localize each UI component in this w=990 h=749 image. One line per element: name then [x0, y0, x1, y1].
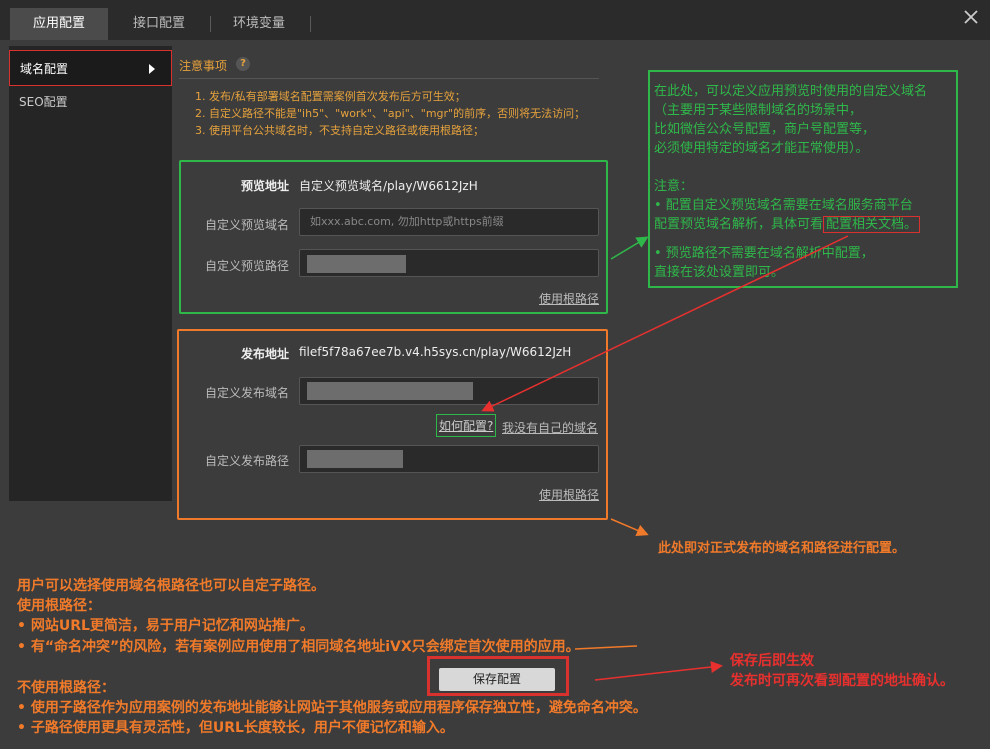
annotation-line: • 配置自定义预览域名需要在域名服务商平台: [654, 198, 913, 213]
annotation-line: 注意：: [654, 179, 694, 194]
notice-item: 3. 使用平台公共域名时，不支持自定义路径或使用根路径；: [195, 124, 484, 137]
tab-bar: 应用配置 接口配置 环境变量: [0, 0, 990, 40]
publish-address-value: filef5f78a67ee7b.v4.h5sys.cn/play/W6612J…: [299, 345, 572, 359]
publish-path-label: 自定义发布路径: [204, 454, 289, 468]
save-annotation: 保存后即生效: [730, 653, 814, 669]
notice-item: 1. 发布/私有部署域名配置需案例首次发布后方可生效；: [195, 90, 466, 103]
preview-domain-input[interactable]: 如xxx.abc.com, 勿加http或https前缀: [299, 208, 599, 236]
publish-domain-label: 自定义发布域名: [204, 386, 289, 400]
save-annotation: 发布时可再次看到配置的地址确认。: [730, 673, 954, 689]
chevron-right-icon: [149, 64, 155, 74]
redacted-value: [307, 255, 406, 273]
annotation-spacer: [654, 234, 952, 244]
annotation-text: 配置预览域名解析，具体可看: [654, 217, 824, 232]
sidebar-item-label: SEO配置: [19, 95, 68, 109]
tab-api-config[interactable]: 接口配置: [112, 8, 206, 40]
tab-app-config[interactable]: 应用配置: [10, 8, 108, 40]
annotation-line: 必须使用特定的域名才能正常使用）。: [654, 141, 869, 156]
close-icon[interactable]: [960, 6, 982, 28]
help-icon[interactable]: ?: [236, 57, 250, 71]
publish-annotation: 此处即对正式发布的域名和路径进行配置。: [658, 541, 906, 556]
root-path-note: • 使用子路径作为应用案例的发布地址能够让网站于其他服务或应用程序保存独立性，避…: [17, 700, 647, 716]
divider: [179, 78, 599, 79]
notice-item: 2. 自定义路径不能是"ih5"、"work"、"api"、"mgr"的前序，否…: [195, 107, 586, 120]
preview-path-label: 自定义预览路径: [204, 259, 289, 273]
root-path-note: • 网站URL更简洁，易于用户记忆和网站推广。: [17, 618, 314, 634]
tab-separator: [310, 16, 311, 32]
arrow-publish: [610, 518, 649, 536]
root-path-note: 使用根路径：: [17, 598, 101, 614]
redacted-value: [307, 382, 473, 400]
sidebar: 域名配置 SEO配置: [9, 46, 172, 501]
preview-domain-label: 自定义预览域名: [204, 218, 289, 232]
arrow-root-path: [574, 645, 638, 650]
tab-env-vars[interactable]: 环境变量: [214, 8, 304, 40]
how-to-config-link[interactable]: 如何配置?: [436, 414, 497, 437]
annotation-line: • 预览路径不需要在域名解析中配置，: [654, 246, 874, 261]
preview-address-value: 自定义预览域名/play/W6612JzH: [299, 179, 478, 193]
annotation-line: 直接在该处设置即可。: [654, 265, 785, 280]
tab-separator: [210, 16, 211, 32]
annotation-line: 配置预览域名解析，具体可看 配置相关文档。: [654, 215, 952, 234]
config-doc-link[interactable]: 配置相关文档。: [823, 216, 921, 233]
annotation-line: 在此处，可以定义应用预览时使用的自定义域名: [654, 84, 928, 99]
sidebar-item-label: 域名配置: [20, 62, 69, 76]
preview-use-root-path-link[interactable]: 使用根路径: [539, 290, 599, 307]
preview-annotation: 在此处，可以定义应用预览时使用的自定义域名 （主要用于某些限制域名的场景中， 比…: [648, 70, 958, 288]
root-path-note: 用户可以选择使用域名根路径也可以自定子路径。: [17, 578, 325, 594]
annotation-spacer: [654, 158, 952, 177]
save-config-button[interactable]: 保存配置: [439, 668, 555, 691]
root-path-note: • 有“命名冲突”的风险，若有案例应用使用了相同域名地址iVX只会绑定首次使用的…: [17, 639, 580, 655]
notice-title: 注意事项: [179, 59, 228, 73]
arrow-save: [594, 661, 723, 681]
redacted-value: [307, 450, 403, 468]
annotation-line: （主要用于某些限制域名的场景中，: [654, 103, 863, 118]
publish-use-root-path-link[interactable]: 使用根路径: [539, 486, 599, 503]
no-domain-link[interactable]: 我没有自己的域名: [502, 419, 598, 436]
publish-address-label: 发布地址: [240, 347, 289, 361]
root-path-note: 不使用根路径：: [17, 680, 115, 696]
sidebar-item-domain-config[interactable]: 域名配置: [9, 50, 172, 86]
sidebar-item-seo-config[interactable]: SEO配置: [9, 84, 172, 120]
preview-address-label: 预览地址: [240, 179, 289, 193]
root-path-note: • 子路径使用更具有灵活性，但URL长度较长，用户不便记忆和输入。: [17, 720, 454, 736]
annotation-line: 比如微信公众号配置，商户号配置等，: [654, 122, 876, 137]
arrow-preview: [610, 236, 649, 260]
